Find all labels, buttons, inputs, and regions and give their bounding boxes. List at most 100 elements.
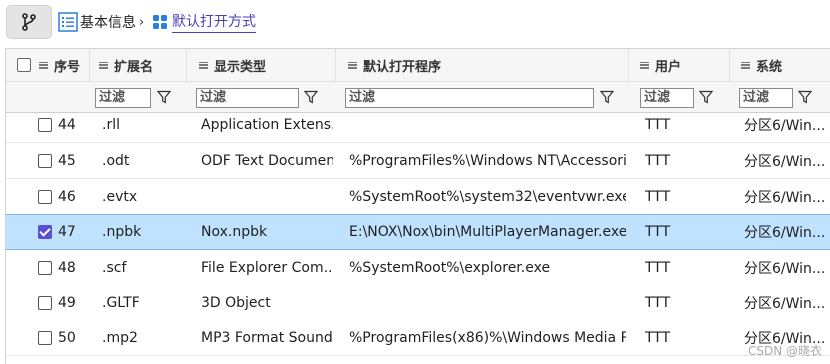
row-checkbox[interactable] bbox=[38, 330, 52, 345]
table-row[interactable]: 44 .rll Application Extens... TTT 分区6/Wi… bbox=[6, 113, 830, 143]
column-menu-icon[interactable] bbox=[39, 61, 48, 69]
row-checkbox-checked[interactable] bbox=[38, 225, 52, 239]
row-index: 47 bbox=[58, 224, 76, 240]
row-extension: .mp2 bbox=[102, 329, 138, 346]
row-user: TTT bbox=[645, 116, 671, 133]
row-extension: .rll bbox=[102, 116, 120, 133]
column-menu-icon[interactable] bbox=[640, 61, 649, 69]
row-display-type bbox=[201, 179, 333, 214]
filter-input-extension[interactable]: 过滤 bbox=[95, 88, 151, 108]
row-checkbox[interactable] bbox=[38, 189, 52, 204]
row-user: TTT bbox=[645, 294, 671, 311]
filter-icon[interactable] bbox=[303, 89, 319, 105]
row-system: 分区6/Win... bbox=[744, 153, 826, 170]
row-display-type: Nox.npbk bbox=[201, 224, 268, 240]
row-index: 48 bbox=[58, 259, 76, 276]
row-display-type: Application Extens... bbox=[201, 116, 333, 133]
row-index-cell: 46 bbox=[38, 179, 89, 214]
branch-icon bbox=[22, 13, 36, 31]
column-header-default-program[interactable]: 默认打开程序 bbox=[335, 49, 628, 81]
row-index-cell: 45 bbox=[38, 143, 89, 178]
filter-icon[interactable] bbox=[156, 89, 172, 105]
filter-input-default-program[interactable]: 过滤 bbox=[345, 88, 594, 108]
row-checkbox[interactable] bbox=[38, 117, 52, 132]
column-label-system: 系统 bbox=[756, 59, 783, 75]
row-checkbox[interactable] bbox=[38, 295, 52, 310]
column-label-default-program: 默认打开程序 bbox=[363, 59, 442, 75]
row-default-program: %SystemRoot%\system32\eventvwr.exe bbox=[349, 188, 626, 205]
row-user: TTT bbox=[645, 259, 671, 276]
column-header-display-type[interactable]: 显示类型 bbox=[186, 49, 335, 81]
column-header-extension[interactable]: 扩展名 bbox=[89, 49, 186, 81]
row-checkbox[interactable] bbox=[38, 260, 52, 275]
row-default-program: %SystemRoot%\explorer.exe bbox=[349, 259, 551, 276]
column-label-user: 用户 bbox=[655, 59, 682, 75]
row-index-cell: 48 bbox=[38, 250, 89, 285]
row-user: TTT bbox=[645, 188, 671, 205]
filter-row: 过滤 过滤 过滤 过滤 过滤 bbox=[6, 82, 830, 113]
apps-icon bbox=[152, 0, 168, 44]
row-extension: .scf bbox=[102, 259, 127, 276]
table-row[interactable]: 46 .evtx %SystemRoot%\system32\eventvwr.… bbox=[6, 179, 830, 215]
row-user: TTT bbox=[645, 329, 671, 346]
row-index: 45 bbox=[58, 152, 76, 169]
table-row[interactable]: 48 .scf File Explorer Com... %SystemRoot… bbox=[6, 250, 830, 286]
row-index-cell: 47 bbox=[38, 215, 89, 249]
row-default-program bbox=[349, 285, 626, 320]
list-icon bbox=[58, 0, 78, 44]
table-row[interactable]: 45 .odt ODF Text Document %ProgramFiles%… bbox=[6, 143, 830, 179]
column-menu-icon[interactable] bbox=[199, 61, 208, 69]
column-label-index: 序号 bbox=[54, 59, 81, 75]
row-system: 分区6/Win... bbox=[744, 225, 826, 241]
row-display-type: MP3 Format Sound bbox=[201, 329, 333, 346]
select-all-checkbox[interactable] bbox=[17, 58, 31, 72]
file-association-grid: 序号 扩展名 显示类型 默认打开程序 用户 系统 过滤 过滤 过滤 过滤 过滤 … bbox=[5, 48, 830, 364]
row-index-cell: 50 bbox=[38, 320, 89, 355]
row-index: 50 bbox=[58, 329, 76, 346]
row-user: TTT bbox=[645, 152, 671, 169]
filter-input-display-type[interactable]: 过滤 bbox=[196, 88, 299, 108]
column-menu-icon[interactable] bbox=[348, 61, 357, 69]
table-row-selected[interactable]: 47 .npbk Nox.npbk E:\NOX\Nox\bin\MultiPl… bbox=[6, 214, 830, 250]
row-default-program: %ProgramFiles%\Windows NT\Accessories... bbox=[349, 152, 626, 169]
row-extension: .npbk bbox=[102, 224, 142, 240]
row-index-cell: 44 bbox=[38, 113, 89, 142]
column-menu-icon[interactable] bbox=[741, 61, 750, 69]
top-bar: 基本信息 › 默认打开方式 bbox=[0, 0, 830, 44]
row-index: 44 bbox=[58, 116, 76, 133]
column-label-display-type: 显示类型 bbox=[214, 59, 267, 75]
filter-icon[interactable] bbox=[698, 89, 714, 105]
row-extension: .odt bbox=[102, 152, 130, 169]
row-extension: .GLTF bbox=[102, 294, 140, 311]
table-row[interactable]: 49 .GLTF 3D Object TTT 分区6/Win... bbox=[6, 285, 830, 321]
row-system: 分区6/Win... bbox=[744, 117, 826, 134]
breadcrumb-current-label: 默认打开方式 bbox=[172, 11, 256, 33]
breadcrumb-item-basic-info[interactable]: 基本信息 bbox=[80, 0, 136, 44]
breadcrumb-separator: › bbox=[139, 14, 145, 30]
column-label-extension: 扩展名 bbox=[114, 59, 154, 75]
column-header-system[interactable]: 系统 bbox=[729, 49, 830, 81]
row-default-program bbox=[349, 113, 626, 142]
row-index: 46 bbox=[58, 188, 76, 205]
breadcrumb-item-default-open[interactable]: 默认打开方式 bbox=[172, 0, 256, 44]
branch-button[interactable] bbox=[6, 5, 52, 39]
column-header-index[interactable]: 序号 bbox=[6, 49, 89, 81]
row-system: 分区6/Win... bbox=[744, 260, 826, 277]
filter-icon[interactable] bbox=[599, 89, 615, 105]
filter-input-user[interactable]: 过滤 bbox=[640, 88, 694, 108]
row-index-cell: 49 bbox=[38, 285, 89, 320]
table-row[interactable]: 50 .mp2 MP3 Format Sound %ProgramFiles(x… bbox=[6, 320, 830, 356]
row-default-program: %ProgramFiles(x86)%\Windows Media Pla... bbox=[349, 329, 626, 346]
watermark: CSDN @晓衣 bbox=[747, 344, 822, 358]
column-menu-icon[interactable] bbox=[99, 61, 108, 69]
column-header-user[interactable]: 用户 bbox=[628, 49, 729, 81]
grid-header: 序号 扩展名 显示类型 默认打开程序 用户 系统 bbox=[6, 49, 830, 82]
row-system: 分区6/Win... bbox=[744, 189, 826, 206]
filter-input-system[interactable]: 过滤 bbox=[739, 88, 793, 108]
row-default-program: E:\NOX\Nox\bin\MultiPlayerManager.exe bbox=[349, 224, 626, 240]
row-display-type: 3D Object bbox=[201, 294, 271, 311]
row-display-type: File Explorer Com... bbox=[201, 259, 333, 276]
row-checkbox[interactable] bbox=[38, 153, 52, 168]
row-display-type: ODF Text Document bbox=[201, 152, 333, 169]
filter-icon[interactable] bbox=[797, 89, 813, 105]
